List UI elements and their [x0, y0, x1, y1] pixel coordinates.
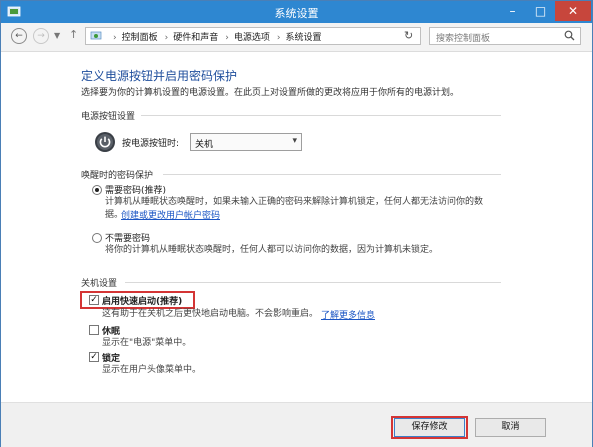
select-value: 关机 — [195, 140, 214, 150]
cancel-button[interactable]: 取消 — [475, 418, 546, 437]
control-panel-icon — [90, 31, 102, 40]
power-button-action-select[interactable]: 关机 ▾ — [190, 133, 302, 151]
chevron-down-icon[interactable]: ▼ — [54, 31, 60, 40]
change-password-link[interactable]: 创建或更改用户帐户密码 — [121, 208, 220, 221]
fast-startup-label[interactable]: 启用快速启动(推荐) — [102, 294, 182, 307]
fast-startup-checkbox[interactable]: ✓ — [89, 295, 99, 305]
require-password-label[interactable]: 需要密码(推荐) — [105, 183, 166, 196]
wake-password-section: 唤醒时的密码保护 — [81, 168, 501, 181]
hibernate-desc: 显示在"电源"菜单中。 — [102, 338, 192, 348]
search-icon[interactable] — [564, 30, 575, 41]
fast-startup-desc: 这有助于在关机之后更快地启动电脑。不会影响重启。 — [102, 309, 319, 319]
section-heading: 关机设置 — [81, 279, 118, 289]
up-arrow-icon[interactable]: ↑ — [69, 28, 78, 41]
power-button-section: 电源按钮设置 — [81, 109, 501, 122]
page-description: 选择要为你的计算机设置的电源设置。在此页上对设置所做的更改将应用于你所有的电源计… — [81, 88, 460, 98]
system-settings-window: 系统设置 – □ ✕ ← → ▼ ↑ › 控制面板 › 硬件和声音 › 电源选项 › 系统设置… — [0, 0, 593, 447]
section-heading: 电源按钮设置 — [81, 112, 136, 122]
power-icon — [95, 132, 115, 152]
settings-content: 定义电源按钮并启用密码保护 选择要为你的计算机设置的电源设置。在此页上对设置所做… — [1, 52, 592, 402]
dialog-footer: 保存修改 取消 — [1, 402, 592, 447]
hibernate-label[interactable]: 休眠 — [102, 324, 120, 337]
page-title: 定义电源按钮并启用密码保护 — [81, 69, 238, 83]
title-bar[interactable]: 系统设置 – □ ✕ — [1, 1, 592, 23]
breadcrumb-item[interactable]: 电源选项 — [234, 33, 270, 43]
section-heading: 唤醒时的密码保护 — [81, 171, 154, 181]
chevron-down-icon: ▾ — [292, 136, 297, 146]
save-button[interactable]: 保存修改 — [394, 418, 465, 437]
breadcrumb: › 控制面板 › 硬件和声音 › 电源选项 › 系统设置 — [108, 30, 324, 43]
breadcrumb-separator-icon: › — [276, 33, 281, 43]
learn-more-link[interactable]: 了解更多信息 — [321, 308, 375, 321]
section-divider — [125, 282, 501, 283]
breadcrumb-item[interactable]: 硬件和声音 — [173, 33, 218, 43]
shutdown-section: 关机设置 — [81, 276, 501, 289]
no-password-radio[interactable] — [92, 233, 102, 243]
maximize-button[interactable]: □ — [527, 1, 554, 21]
breadcrumb-separator-icon: › — [113, 33, 117, 43]
lock-checkbox[interactable]: ✓ — [89, 352, 99, 362]
section-divider — [141, 115, 501, 116]
breadcrumb-item[interactable]: 控制面板 — [122, 33, 158, 43]
lock-label[interactable]: 锁定 — [102, 351, 120, 364]
refresh-icon[interactable]: ↻ — [404, 29, 413, 42]
address-bar[interactable]: ›控制面板›硬件和声音›电源选项›系统设置 ▾ — [85, 27, 476, 45]
hibernate-checkbox[interactable] — [89, 325, 99, 335]
lock-desc: 显示在用户头像菜单中。 — [102, 365, 202, 375]
power-button-label: 按电源按钮时: — [122, 139, 180, 149]
breadcrumb-item[interactable]: 系统设置 — [285, 33, 321, 43]
back-arrow-icon[interactable]: ← — [11, 28, 27, 44]
navigation-bar: ← → ▼ ↑ ›控制面板›硬件和声音›电源选项›系统设置 ▾ ↻ 搜索控制面板 — [1, 23, 592, 52]
breadcrumb-separator-icon: › — [225, 33, 229, 43]
no-password-desc: 将你的计算机从睡眠状态唤醒时，任何人都可以访问你的数据，因为计算机未锁定。 — [105, 245, 439, 255]
require-password-radio[interactable] — [92, 185, 102, 195]
section-divider — [163, 174, 501, 175]
no-password-label[interactable]: 不需要密码 — [105, 231, 150, 244]
minimize-button[interactable]: – — [499, 1, 526, 21]
search-input[interactable]: 搜索控制面板 — [429, 27, 581, 45]
search-placeholder: 搜索控制面板 — [436, 34, 491, 44]
breadcrumb-separator-icon: › — [164, 33, 169, 43]
forward-arrow-icon[interactable]: → — [33, 28, 49, 44]
close-button[interactable]: ✕ — [555, 1, 591, 21]
